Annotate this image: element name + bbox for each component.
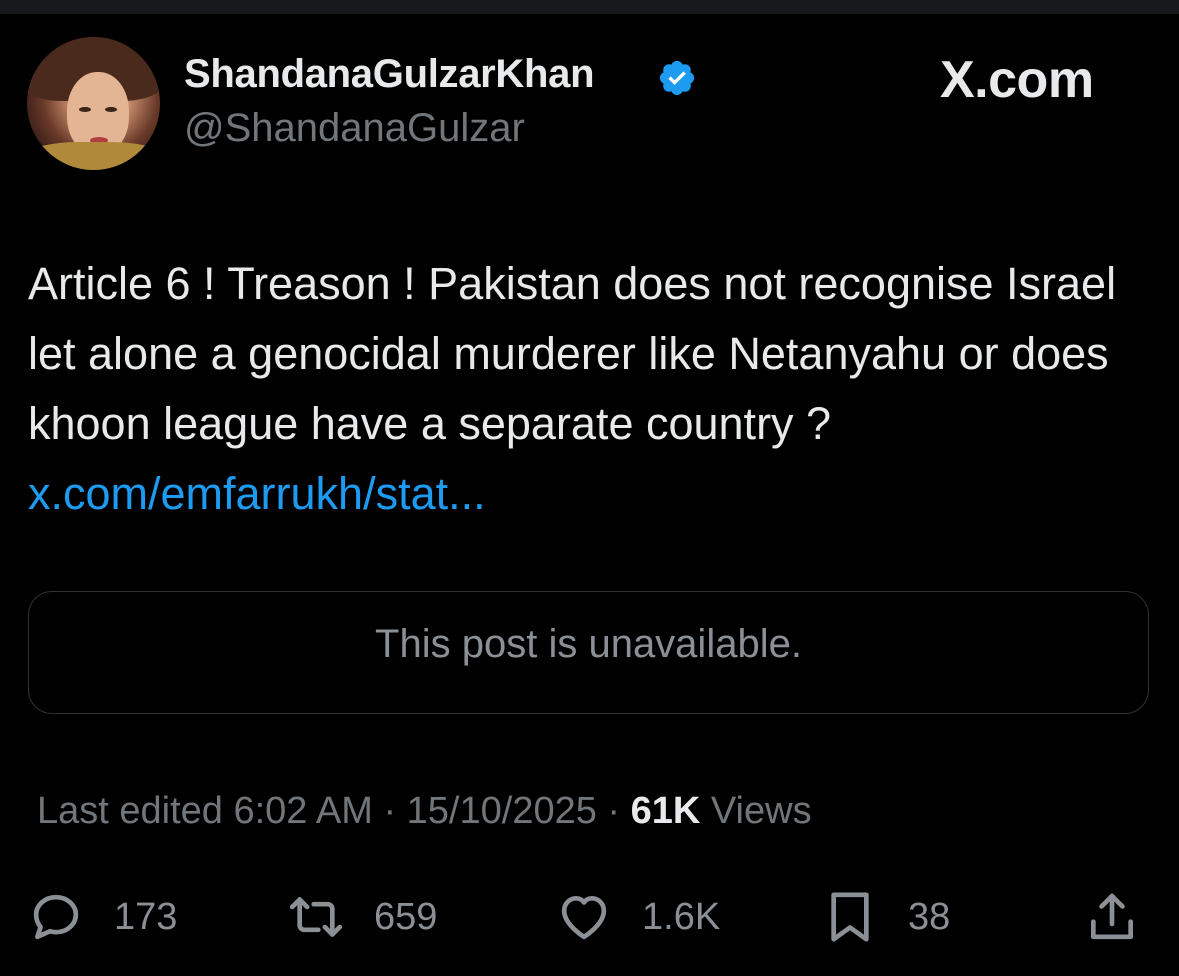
x-watermark: X.com xyxy=(940,51,1094,109)
like-button[interactable]: 1.6K xyxy=(556,887,720,947)
share-button[interactable] xyxy=(1084,887,1140,947)
heart-icon xyxy=(561,896,607,940)
author-display-name[interactable]: ShandanaGulzarKhan xyxy=(184,52,595,97)
views-label: Views xyxy=(700,790,812,832)
repost-count: 659 xyxy=(374,895,438,938)
edited-timestamp[interactable]: Last edited 6:02 AM · 15/10/2025 · xyxy=(37,790,631,832)
author-handle[interactable]: @ShandanaGulzar xyxy=(184,106,525,151)
bookmark-icon xyxy=(831,892,869,942)
views-count: 61K xyxy=(630,790,701,832)
post-link[interactable]: x.com/emfarrukh/stat... xyxy=(28,468,486,519)
post-metadata: Last edited 6:02 AM · 15/10/2025 · 61K V… xyxy=(37,790,812,833)
post-text: Article 6 ! Treason ! Pakistan does not … xyxy=(28,249,1168,529)
repost-button[interactable]: 659 xyxy=(288,887,437,947)
reply-count: 173 xyxy=(114,895,178,938)
avatar-scarf xyxy=(27,142,160,170)
avatar[interactable] xyxy=(27,37,160,170)
quoted-post-text: This post is unavailable. xyxy=(375,622,802,666)
avatar-eye xyxy=(105,107,117,112)
verified-badge-icon xyxy=(659,60,695,96)
like-count: 1.6K xyxy=(642,895,721,938)
bookmark-button[interactable]: 38 xyxy=(822,887,950,947)
quoted-post-card[interactable]: This post is unavailable. xyxy=(28,591,1149,714)
repost-icon xyxy=(289,897,343,937)
bookmark-count: 38 xyxy=(908,895,951,938)
post-body: Article 6 ! Treason ! Pakistan does not … xyxy=(28,258,1117,449)
top-bar xyxy=(0,0,1179,14)
avatar-eye xyxy=(79,107,91,112)
reply-button[interactable]: 173 xyxy=(28,887,177,947)
reply-icon xyxy=(33,894,79,940)
share-icon xyxy=(1091,893,1133,940)
